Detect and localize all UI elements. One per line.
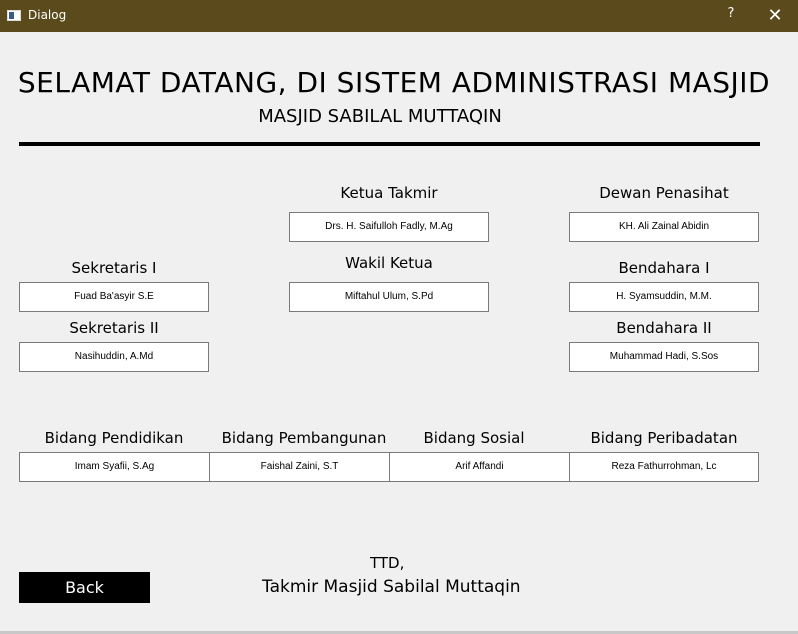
bidang-pembangunan-field[interactable]: Faishal Zaini, S.T	[209, 452, 390, 482]
bendahara-1-field[interactable]: H. Syamsuddin, M.M.	[569, 282, 759, 312]
bidang-peribadatan-label: Bidang Peribadatan	[590, 429, 738, 447]
dewan-penasihat-label: Dewan Penasihat	[599, 184, 729, 202]
wakil-ketua-label: Wakil Ketua	[345, 254, 433, 272]
dewan-penasihat-field[interactable]: KH. Ali Zainal Abidin	[569, 212, 759, 242]
help-button[interactable]: ?	[723, 6, 739, 26]
bendahara-1-label: Bendahara I	[618, 259, 710, 277]
bendahara-2-label: Bendahara II	[616, 319, 712, 337]
window-icon	[7, 10, 21, 21]
back-button[interactable]: Back	[19, 572, 150, 603]
sekretaris-1-label: Sekretaris I	[71, 259, 157, 277]
bidang-sosial-label: Bidang Sosial	[423, 429, 525, 447]
page-subtitle: MASJID SABILAL MUTTAQIN	[258, 106, 502, 127]
wakil-ketua-field[interactable]: Miftahul Ulum, S.Pd	[289, 282, 489, 312]
window-title: Dialog	[28, 8, 67, 22]
bidang-peribadatan-field[interactable]: Reza Fathurrohman, Lc	[569, 452, 759, 482]
bidang-sosial-field[interactable]: Arif Affandi	[389, 452, 570, 482]
ketua-takmir-label: Ketua Takmir	[340, 184, 438, 202]
title-bar: Dialog ? ✕	[0, 0, 798, 32]
page-title: SELAMAT DATANG, DI SISTEM ADMINISTRASI M…	[17, 66, 771, 99]
signature-label: Takmir Masjid Sabilal Muttaqin	[262, 577, 521, 597]
ttd-label: TTD,	[370, 554, 405, 572]
bendahara-2-field[interactable]: Muhammad Hadi, S.Sos	[569, 342, 759, 372]
bidang-pendidikan-label: Bidang Pendidikan	[44, 429, 184, 447]
close-button[interactable]: ✕	[764, 5, 786, 27]
bidang-pendidikan-field[interactable]: Imam Syafii, S.Ag	[19, 452, 210, 482]
sekretaris-2-field[interactable]: Nasihuddin, A.Md	[19, 342, 209, 372]
sekretaris-1-field[interactable]: Fuad Ba'asyir S.E	[19, 282, 209, 312]
sekretaris-2-label: Sekretaris II	[69, 319, 159, 337]
ketua-takmir-field[interactable]: Drs. H. Saifulloh Fadly, M.Ag	[289, 212, 489, 242]
bidang-pembangunan-label: Bidang Pembangunan	[221, 429, 387, 447]
divider	[19, 142, 760, 146]
